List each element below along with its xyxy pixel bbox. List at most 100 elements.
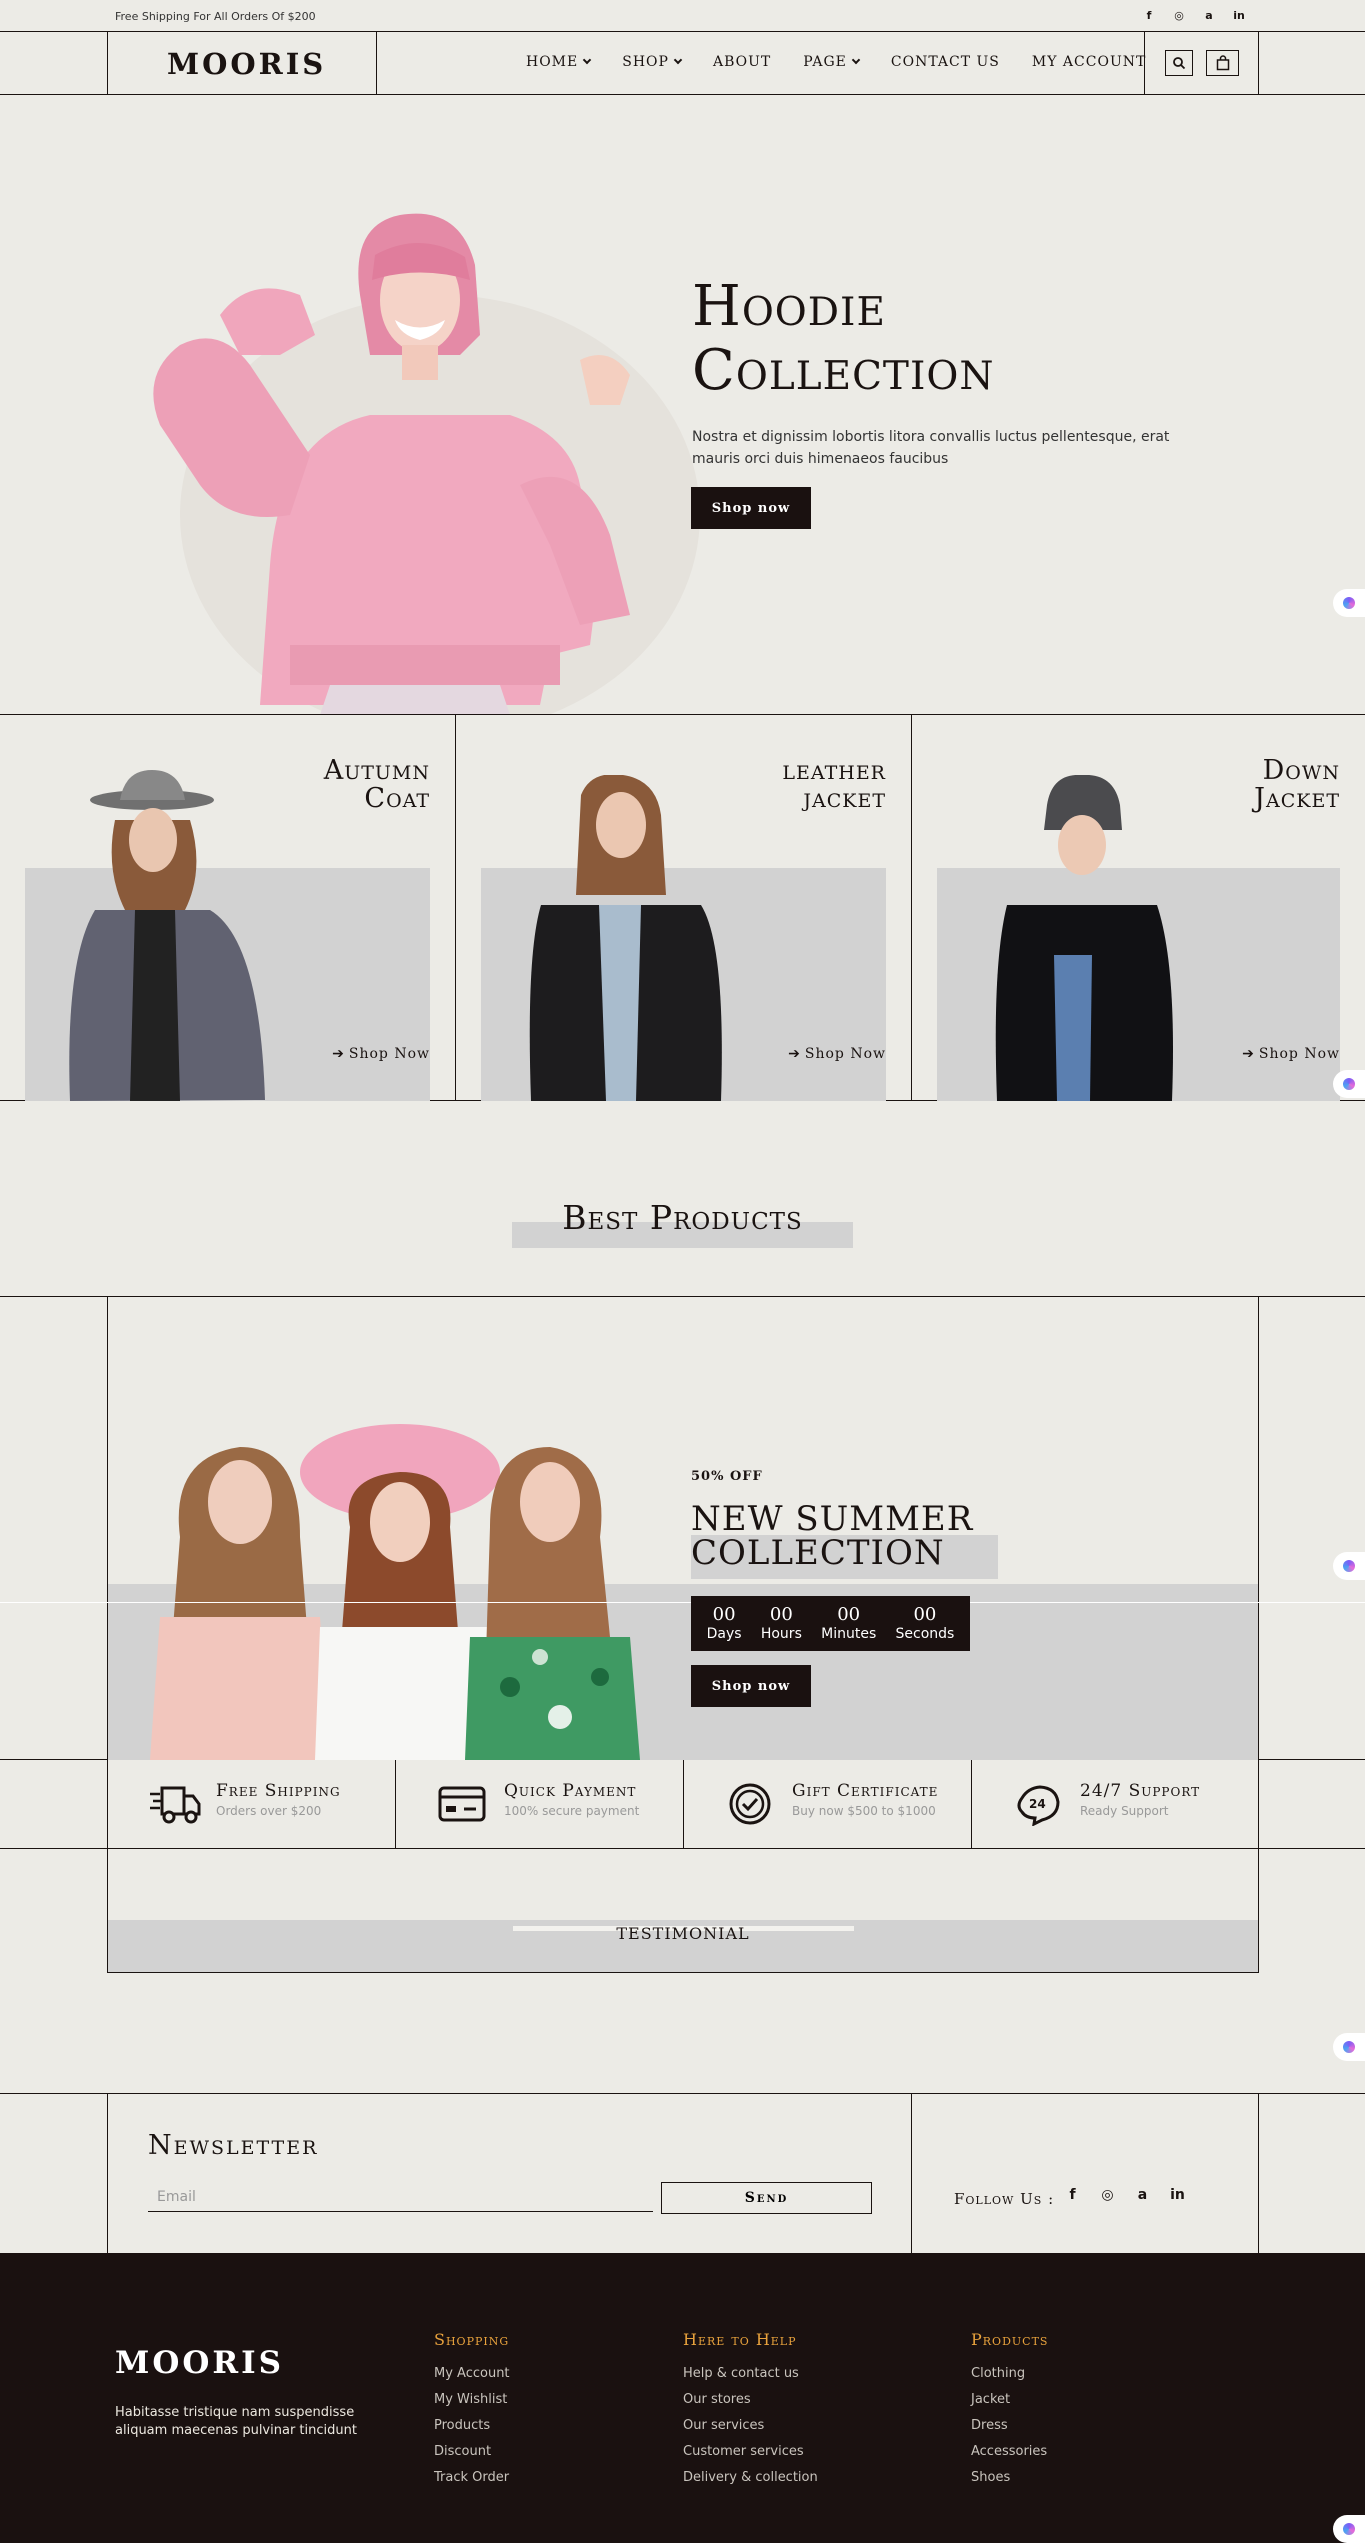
- footer-link[interactable]: My Wishlist: [434, 2387, 510, 2413]
- arrow-right-icon: ➔: [1242, 1046, 1255, 1062]
- svg-text:24: 24: [1029, 1797, 1046, 1811]
- footer-link[interactable]: My Account: [434, 2361, 510, 2387]
- floating-widget-button[interactable]: [1333, 1552, 1365, 1580]
- site-logo[interactable]: MOORIS: [167, 47, 326, 81]
- instagram-icon[interactable]: ◎: [1173, 9, 1185, 22]
- footer-link[interactable]: Our stores: [683, 2387, 818, 2413]
- footer-link[interactable]: Track Order: [434, 2465, 510, 2491]
- best-products-title: Best Products: [562, 1198, 803, 1237]
- shop-now-label: Shop Now: [1258, 1046, 1340, 1062]
- feature-title: Gift Certificate: [792, 1781, 939, 1801]
- search-button[interactable]: [1165, 50, 1193, 76]
- category-card-leather-jacket[interactable]: leather jacket ➔ Shop Now: [456, 715, 912, 1101]
- nav-my-account[interactable]: MY ACCOUNT: [1032, 54, 1146, 70]
- nav-page-label: PAGE: [803, 54, 847, 70]
- floating-widget-button[interactable]: [1333, 2515, 1365, 2543]
- feature-title: 24/7 Support: [1080, 1781, 1201, 1801]
- nav-shop-label: SHOP: [622, 54, 669, 70]
- divider: [107, 2094, 108, 2254]
- chevron-down-icon: [583, 55, 592, 65]
- summer-collection-banner: 50% OFF NEW SUMMER COLLECTION 00 Days 00 H…: [0, 1297, 1365, 1760]
- nav-contact[interactable]: CONTACT US: [891, 54, 1000, 70]
- shipping-notice: Free Shipping For All Orders Of $200: [115, 10, 316, 23]
- card-title: leather jacket: [782, 757, 886, 813]
- hero-shop-now-button[interactable]: Shop now: [691, 487, 811, 529]
- feature-title: Free Shipping: [216, 1781, 341, 1801]
- nav-contact-label: CONTACT US: [890, 54, 1000, 70]
- widget-icon: [1343, 1078, 1355, 1090]
- widget-icon: [1343, 1560, 1355, 1572]
- autumn-coat-model-image: [69, 770, 266, 1101]
- linkedin-icon[interactable]: in: [1233, 9, 1245, 22]
- countdown-value: 00: [712, 1603, 736, 1625]
- email-field[interactable]: [148, 2182, 653, 2212]
- footer-column-heading: Products: [971, 2330, 1049, 2349]
- card-shop-now-link[interactable]: ➔ Shop Now: [332, 1046, 430, 1062]
- divider: [911, 2094, 912, 2254]
- nav-home[interactable]: HOME: [526, 54, 592, 70]
- countdown-value: 00: [913, 1603, 937, 1625]
- footer-link[interactable]: Products: [434, 2413, 510, 2439]
- feature-subtitle: 100% secure payment: [504, 1804, 640, 1818]
- amazon-icon[interactable]: a: [1135, 2187, 1150, 2203]
- footer-link[interactable]: Shoes: [971, 2465, 1048, 2491]
- site-footer: MOORIS Habitasse tristique nam suspendis…: [0, 2253, 1365, 2543]
- footer-logo[interactable]: MOORIS: [115, 2345, 284, 2381]
- facebook-icon[interactable]: f: [1143, 9, 1155, 22]
- countdown-value: 00: [769, 1603, 793, 1625]
- summer-shop-now-button[interactable]: Shop now: [691, 1665, 811, 1707]
- instagram-icon[interactable]: ◎: [1100, 2187, 1115, 2203]
- widget-icon: [1343, 597, 1355, 609]
- card-title: Autumn Coat: [324, 757, 430, 813]
- linkedin-icon[interactable]: in: [1170, 2187, 1185, 2203]
- card-title-line1: leather: [782, 755, 886, 786]
- hero-title-line1: Hoodie: [692, 274, 886, 339]
- footer-column-heading: Shopping: [434, 2330, 510, 2349]
- nav-about[interactable]: ABOUT: [713, 54, 771, 70]
- footer-link[interactable]: Clothing: [971, 2361, 1048, 2387]
- countdown-value: 00: [837, 1603, 861, 1625]
- cart-button[interactable]: [1206, 50, 1239, 76]
- card-shop-now-link[interactable]: ➔ Shop Now: [788, 1046, 886, 1062]
- testimonial-section: TESTIMONIAL: [107, 1849, 1259, 1973]
- footer-link[interactable]: Customer services: [683, 2439, 818, 2465]
- summer-title-line2: COLLECTION: [691, 1533, 945, 1573]
- divider: [1258, 2094, 1259, 2254]
- feature-free-shipping: Free Shipping Orders over $200: [107, 1760, 395, 1849]
- main-nav: HOME SHOP ABOUT PAGE CONTACT US MY ACCOU…: [526, 54, 1146, 70]
- feature-support: 24 24/7 Support Ready Support: [971, 1760, 1259, 1849]
- footer-link[interactable]: Help & contact us: [683, 2361, 818, 2387]
- hero-banner: Hoodie Collection Nostra et dignissim lo…: [0, 95, 1365, 715]
- arrow-right-icon: ➔: [788, 1046, 801, 1062]
- category-card-down-jacket[interactable]: Down Jacket ➔ Shop Now: [912, 715, 1365, 1101]
- facebook-icon[interactable]: f: [1065, 2187, 1080, 2203]
- hero-title: Hoodie Collection: [692, 275, 994, 403]
- footer-link[interactable]: Delivery & collection: [683, 2465, 818, 2491]
- send-button[interactable]: Send: [661, 2182, 872, 2214]
- category-card-autumn-coat[interactable]: Autumn Coat ➔ Shop Now: [0, 715, 456, 1101]
- feature-subtitle: Orders over $200: [216, 1804, 322, 1818]
- floating-widget-button[interactable]: [1333, 2033, 1365, 2061]
- footer-link[interactable]: Our services: [683, 2413, 818, 2439]
- top-bar: Free Shipping For All Orders Of $200 f ◎…: [0, 0, 1365, 32]
- discount-label: 50% OFF: [691, 1469, 763, 1484]
- floating-widget-button[interactable]: [1333, 589, 1365, 617]
- footer-link[interactable]: Jacket: [971, 2387, 1048, 2413]
- card-title-line1: Autumn: [323, 755, 430, 786]
- divider: [376, 32, 377, 95]
- nav-shop[interactable]: SHOP: [622, 54, 683, 70]
- floating-widget-button[interactable]: [1333, 1070, 1365, 1098]
- amazon-icon[interactable]: a: [1203, 9, 1215, 22]
- card-shop-now-link[interactable]: ➔ Shop Now: [1242, 1046, 1340, 1062]
- nav-my-account-label: MY ACCOUNT: [1031, 54, 1147, 70]
- footer-column-heading: Here to Help: [683, 2330, 797, 2349]
- shop-now-label: Shop Now: [348, 1046, 430, 1062]
- hero-description: Nostra et dignissim lobortis litora conv…: [692, 429, 1170, 467]
- footer-link[interactable]: Discount: [434, 2439, 510, 2465]
- nav-page[interactable]: PAGE: [803, 54, 861, 70]
- footer-link[interactable]: Dress: [971, 2413, 1048, 2439]
- card-title-line2: Jacket: [1254, 783, 1340, 814]
- footer-link[interactable]: Accessories: [971, 2439, 1048, 2465]
- category-cards: Autumn Coat ➔ Shop Now leather jacket ➔ Shop…: [0, 715, 1365, 1101]
- chevron-down-icon: [851, 55, 861, 65]
